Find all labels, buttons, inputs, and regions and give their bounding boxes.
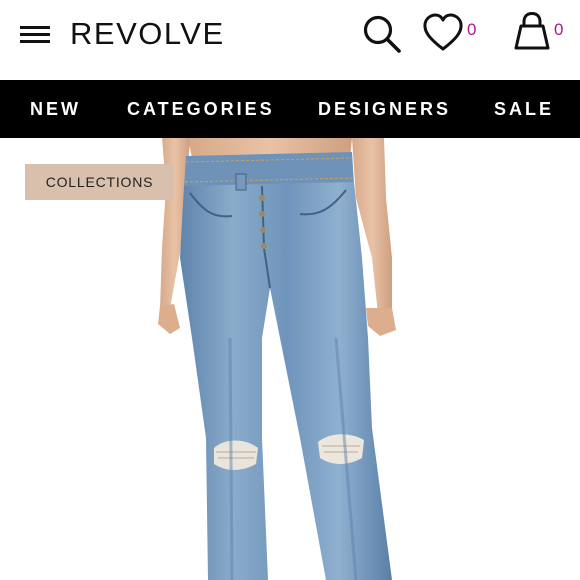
nav-item-designers[interactable]: DESIGNERS: [318, 80, 451, 138]
hamburger-menu-icon: [20, 26, 50, 43]
wishlist-button[interactable]: 0: [420, 10, 484, 56]
site-logo[interactable]: REVOLVE: [70, 14, 225, 54]
jeans-model-illustration: [158, 138, 396, 580]
heart-icon: [423, 13, 463, 51]
product-image[interactable]: [0, 138, 580, 580]
search-icon: [363, 15, 401, 53]
shopping-bag-icon: [514, 11, 550, 50]
site-header: REVOLVE 0 0: [0, 0, 580, 80]
wishlist-count: 0: [467, 20, 477, 39]
menu-button[interactable]: [18, 20, 54, 50]
nav-item-sale[interactable]: SALE: [494, 80, 554, 138]
search-button[interactable]: [358, 10, 406, 56]
main-navigation: NEW CATEGORIES DESIGNERS SALE: [0, 80, 580, 138]
nav-item-new[interactable]: NEW: [30, 80, 81, 138]
collections-button[interactable]: COLLECTIONS: [25, 164, 174, 200]
shopping-bag-button[interactable]: 0: [508, 8, 574, 56]
revolve-mobile-page: REVOLVE 0 0 NEW CATEGORIES DESIGNERS SAL…: [0, 0, 580, 580]
nav-item-categories[interactable]: CATEGORIES: [127, 80, 275, 138]
bag-count: 0: [554, 20, 564, 39]
